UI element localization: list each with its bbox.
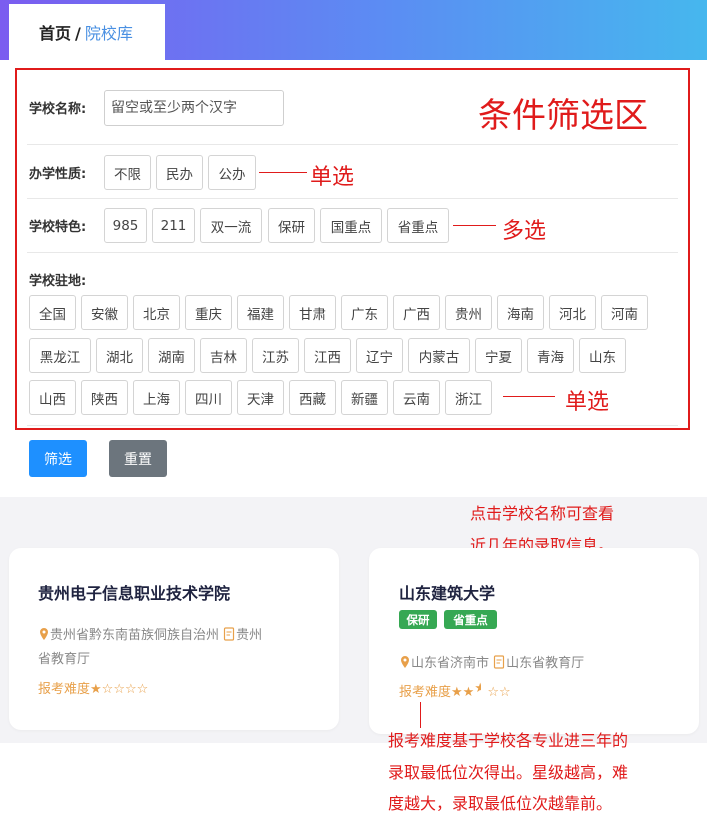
school-meta: 贵州省黔东南苗族侗族自治州 贵州 省教育厅 (38, 624, 318, 672)
feature-option-double-first-class[interactable]: 双一流 (200, 208, 262, 243)
star-half-icon: ★ (474, 681, 482, 696)
nature-label: 办学性质: (29, 167, 87, 182)
feature-label: 学校特色: (29, 220, 87, 235)
star-filled-icon: ★ (462, 685, 475, 700)
school-name-link[interactable]: 贵州电子信息职业技术学院 (38, 580, 230, 604)
location-option[interactable]: 天津 (237, 380, 284, 415)
location-option[interactable]: 内蒙古 (408, 338, 470, 373)
school-location: 山东省济南市 (411, 656, 490, 671)
location-option[interactable]: 贵州 (445, 295, 492, 330)
location-option[interactable]: 青海 (527, 338, 574, 373)
document-icon (494, 655, 505, 669)
feature-option-985[interactable]: 985 (104, 208, 147, 243)
annotation-line (259, 172, 307, 173)
location-option[interactable]: 四川 (185, 380, 232, 415)
school-location: 贵州省黔东南苗族侗族自治州 (50, 628, 220, 643)
star-empty-icon: ☆ (101, 682, 114, 697)
feature-option-postgrad-recommend[interactable]: 保研 (268, 208, 315, 243)
location-option[interactable]: 浙江 (445, 380, 492, 415)
difficulty-label: 报考难度 (38, 682, 91, 697)
location-pin-icon (40, 628, 48, 640)
location-option[interactable]: 宁夏 (475, 338, 522, 373)
location-option[interactable]: 甘肃 (289, 295, 336, 330)
difficulty-rating: 报考难度★★★☆☆ (399, 681, 511, 700)
nature-option-any[interactable]: 不限 (104, 155, 151, 190)
annotation-single-select: 单选 (565, 390, 610, 415)
school-authority: 贵州 (236, 628, 263, 643)
star-empty-icon: ☆ (487, 685, 499, 700)
location-option[interactable]: 河北 (549, 295, 596, 330)
location-option[interactable]: 广西 (393, 295, 440, 330)
annotation-pointer-line (420, 702, 421, 728)
annotation-difficulty-note: 录取最低位次得出。星级越高，难 (388, 763, 629, 782)
document-icon (224, 627, 235, 641)
nature-option-public[interactable]: 公办 (208, 155, 256, 190)
location-option[interactable]: 江西 (304, 338, 351, 373)
location-option[interactable]: 山西 (29, 380, 76, 415)
location-option[interactable]: 全国 (29, 295, 76, 330)
annotation-filter-area: 条件筛选区 (478, 96, 648, 136)
reset-button[interactable]: 重置 (109, 440, 167, 477)
breadcrumb-current: 院校库 (84, 24, 133, 43)
star-empty-icon: ☆ (113, 682, 125, 697)
difficulty-label: 报考难度 (399, 685, 452, 700)
location-option[interactable]: 湖北 (96, 338, 143, 373)
location-option[interactable]: 广东 (341, 295, 388, 330)
divider (27, 198, 678, 199)
location-option[interactable]: 安徽 (81, 295, 128, 330)
location-option[interactable]: 湖南 (148, 338, 195, 373)
star-empty-icon: ☆ (124, 682, 137, 697)
location-option[interactable]: 陕西 (81, 380, 128, 415)
breadcrumb: 首页 / 院校库 (39, 20, 133, 44)
school-card (369, 548, 699, 734)
location-option[interactable]: 海南 (497, 295, 544, 330)
annotation-line (503, 396, 555, 397)
location-option[interactable]: 福建 (237, 295, 284, 330)
annotation-line (453, 225, 496, 226)
location-label: 学校驻地: (29, 274, 87, 289)
difficulty-rating: 报考难度★☆☆☆☆ (38, 678, 148, 697)
location-option[interactable]: 河南 (601, 295, 648, 330)
annotation-single-select: 单选 (310, 165, 355, 190)
school-meta: 山东省济南市 山东省教育厅 (399, 652, 689, 676)
feature-option-provincial-key[interactable]: 省重点 (387, 208, 449, 243)
location-option[interactable]: 黑龙江 (29, 338, 91, 373)
star-empty-icon: ☆ (136, 682, 149, 697)
school-name-input[interactable] (104, 90, 284, 126)
location-option[interactable]: 北京 (133, 295, 180, 330)
star-filled-icon: ★ (90, 682, 102, 697)
filter-button[interactable]: 筛选 (29, 440, 87, 477)
school-name-label: 学校名称: (29, 102, 87, 117)
location-option[interactable]: 上海 (133, 380, 180, 415)
location-option[interactable]: 江苏 (252, 338, 299, 373)
divider (27, 425, 678, 426)
annotation-difficulty-note: 度越大，录取最低位次越靠前。 (388, 794, 613, 813)
annotation-click-hint: 点击学校名称可查看 (470, 504, 615, 523)
location-option[interactable]: 重庆 (185, 295, 232, 330)
location-option[interactable]: 新疆 (341, 380, 388, 415)
breadcrumb-separator: / (75, 24, 81, 43)
school-authority: 山东省教育厅 (506, 656, 585, 671)
star-filled-icon: ★ (451, 685, 463, 700)
nature-option-private[interactable]: 民办 (156, 155, 203, 190)
divider (27, 144, 678, 145)
annotation-multi-select: 多选 (502, 219, 547, 244)
feature-option-211[interactable]: 211 (152, 208, 195, 243)
location-option[interactable]: 辽宁 (356, 338, 403, 373)
location-option[interactable]: 山东 (579, 338, 626, 373)
location-option[interactable]: 云南 (393, 380, 440, 415)
school-tag: 省重点 (444, 610, 497, 629)
location-pin-icon (401, 656, 409, 668)
breadcrumb-home[interactable]: 首页 (39, 24, 71, 43)
school-name-link[interactable]: 山东建筑大学 (399, 580, 495, 604)
star-empty-icon: ☆ (498, 685, 511, 700)
school-tag: 保研 (399, 610, 437, 629)
annotation-difficulty-note: 报考难度基于学校各专业进三年的 (388, 731, 629, 750)
divider (27, 252, 678, 253)
location-option[interactable]: 西藏 (289, 380, 336, 415)
location-option[interactable]: 吉林 (200, 338, 247, 373)
feature-option-national-key[interactable]: 国重点 (320, 208, 382, 243)
school-authority: 省教育厅 (38, 652, 91, 667)
